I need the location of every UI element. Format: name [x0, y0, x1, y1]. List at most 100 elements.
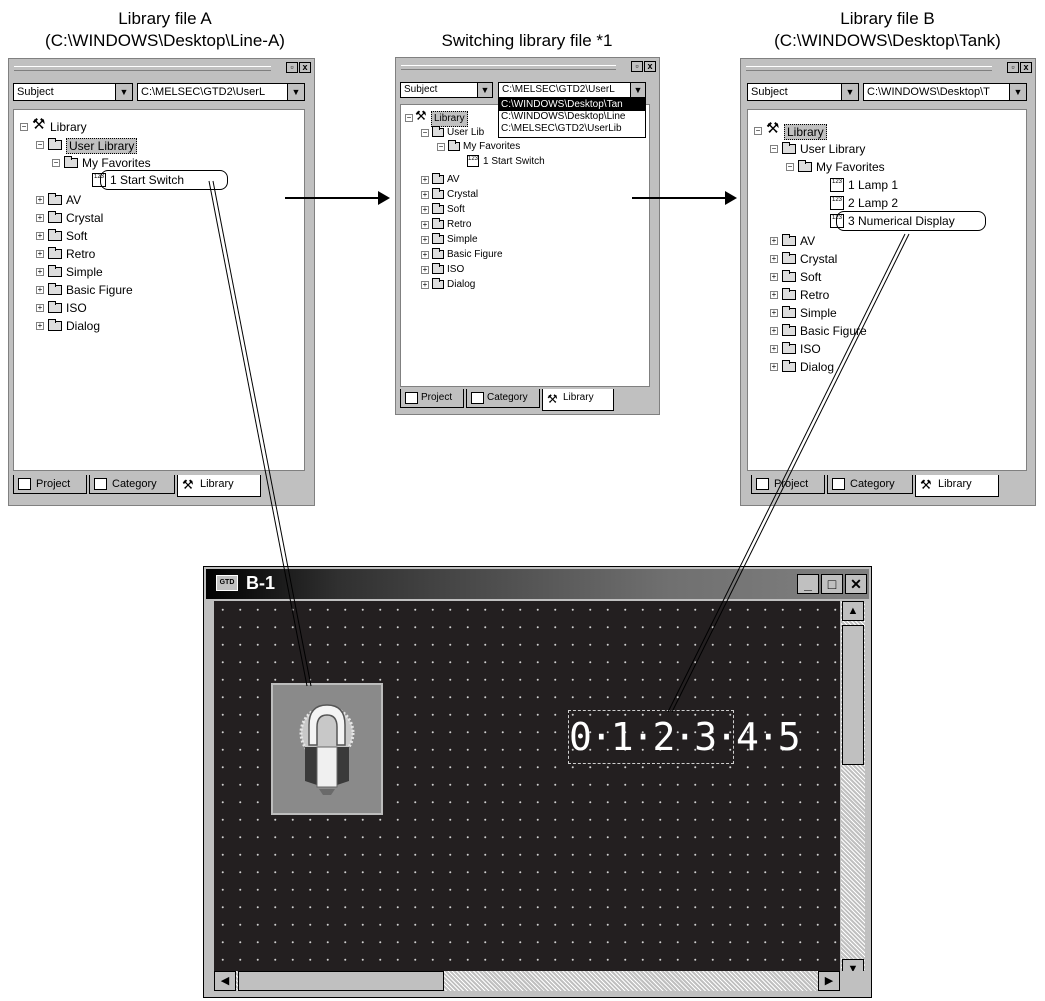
expand-icon[interactable]: +	[421, 266, 429, 274]
expand-icon[interactable]: +	[421, 251, 429, 259]
tab-label: Category	[112, 478, 157, 490]
folder-icon	[48, 319, 62, 331]
scroll-right-button[interactable]: ▶	[818, 971, 840, 991]
library-path-select[interactable]: C:\MELSEC\GTD2\UserL ▼	[137, 83, 305, 101]
tab-label: Library	[938, 478, 972, 490]
expand-icon[interactable]: +	[36, 304, 44, 312]
tab-project[interactable]: Project	[400, 389, 464, 408]
tree-node-label: My Favorites	[816, 160, 885, 174]
tree-node-label: Basic Figure	[800, 324, 867, 338]
folder-icon	[782, 324, 796, 336]
collapse-icon[interactable]: −	[36, 141, 44, 149]
expand-icon[interactable]: +	[421, 281, 429, 289]
tab-category[interactable]: Category	[466, 389, 540, 408]
chevron-down-icon[interactable]: ▼	[630, 83, 645, 97]
window-titlebar[interactable]: GTD B-1 _ □ ✕	[206, 569, 869, 599]
dropdown-option[interactable]: C:\WINDOWS\Desktop\Tan	[499, 99, 645, 111]
collapse-icon[interactable]: −	[421, 129, 429, 137]
expand-icon[interactable]: +	[36, 232, 44, 240]
dropdown-option[interactable]: C:\MELSEC\GTD2\UserLib	[499, 123, 645, 135]
start-switch-object[interactable]	[271, 683, 383, 815]
tree-node-label: Crystal	[800, 252, 838, 266]
expand-icon[interactable]: +	[36, 250, 44, 258]
expand-icon[interactable]: +	[421, 176, 429, 184]
close-button[interactable]: x	[299, 62, 311, 73]
library-path-select[interactable]: C:\MELSEC\GTD2\UserL ▼	[498, 82, 646, 98]
collapse-icon[interactable]: −	[20, 123, 28, 131]
subject-select[interactable]: Subject ▼	[400, 82, 493, 98]
expand-icon[interactable]: +	[421, 191, 429, 199]
expand-icon[interactable]: +	[770, 363, 778, 371]
expand-icon[interactable]: +	[770, 255, 778, 263]
expand-icon[interactable]: +	[770, 327, 778, 335]
chevron-down-icon[interactable]: ▼	[1009, 84, 1026, 100]
expand-icon[interactable]: +	[36, 268, 44, 276]
expand-icon[interactable]: +	[770, 291, 778, 299]
numerical-display-object[interactable]: 0·1·2·3·4·5	[568, 710, 801, 764]
collapse-icon[interactable]: −	[405, 114, 413, 122]
chevron-down-icon[interactable]: ▼	[477, 83, 492, 97]
tree-node-label: Dialog	[66, 319, 101, 333]
tree-node-label: Basic Figure	[447, 249, 503, 260]
panel-grip[interactable]	[746, 66, 992, 71]
collapse-icon[interactable]: −	[437, 143, 445, 151]
tab-library[interactable]: ⚒ Library	[915, 475, 999, 497]
vertical-scroll-thumb[interactable]	[842, 625, 864, 765]
vertical-scrollbar[interactable]: ▲ ▼	[841, 601, 865, 979]
expand-icon[interactable]: +	[421, 206, 429, 214]
collapse-icon[interactable]: −	[770, 145, 778, 153]
collapse-icon[interactable]: −	[754, 127, 762, 135]
folder-icon	[432, 248, 444, 259]
collapse-icon[interactable]: −	[786, 163, 794, 171]
restore-button[interactable]: ▫	[1007, 62, 1019, 73]
library-path-select[interactable]: C:\WINDOWS\Desktop\T ▼	[863, 83, 1027, 101]
close-button[interactable]: ✕	[845, 574, 867, 594]
favorites-folder-icon	[448, 140, 460, 151]
expand-icon[interactable]: +	[36, 214, 44, 222]
expand-icon[interactable]: +	[770, 345, 778, 353]
close-button[interactable]: x	[1020, 62, 1032, 73]
tab-project[interactable]: Project	[13, 475, 87, 494]
horizontal-scroll-thumb[interactable]	[238, 971, 444, 991]
tab-category[interactable]: Category	[827, 475, 913, 494]
subject-select[interactable]: Subject ▼	[747, 83, 859, 101]
tab-label: Library	[563, 392, 594, 403]
panel-grip[interactable]	[14, 66, 271, 71]
tab-category[interactable]: Category	[89, 475, 175, 494]
chevron-down-icon[interactable]: ▼	[287, 84, 304, 100]
expand-icon[interactable]: +	[36, 286, 44, 294]
expand-icon[interactable]: +	[770, 237, 778, 245]
folder-icon	[432, 188, 444, 199]
panel-tabs: Project Category ⚒ Library	[745, 475, 1029, 497]
expand-icon[interactable]: +	[36, 322, 44, 330]
panel-grip[interactable]	[401, 65, 616, 70]
minimize-button[interactable]: _	[797, 574, 819, 594]
expand-icon[interactable]: +	[770, 309, 778, 317]
subject-select[interactable]: Subject ▼	[13, 83, 133, 101]
chevron-down-icon[interactable]: ▼	[841, 84, 858, 100]
tab-project[interactable]: Project	[751, 475, 825, 494]
tree-node-label: Soft	[66, 229, 88, 243]
expand-icon[interactable]: +	[36, 196, 44, 204]
favorites-folder-icon	[64, 156, 78, 168]
collapse-icon[interactable]: −	[52, 159, 60, 167]
horizontal-scrollbar[interactable]: ◀ ▶	[214, 971, 840, 991]
tab-library[interactable]: ⚒ Library	[177, 475, 261, 497]
restore-button[interactable]: ▫	[631, 61, 643, 72]
expand-icon[interactable]: +	[421, 221, 429, 229]
folder-icon	[48, 301, 62, 313]
dropdown-option[interactable]: C:\WINDOWS\Desktop\Line	[499, 111, 645, 123]
restore-button[interactable]: ▫	[286, 62, 298, 73]
scroll-up-button[interactable]: ▲	[842, 601, 864, 621]
close-button[interactable]: x	[644, 61, 656, 72]
expand-icon[interactable]: +	[421, 236, 429, 244]
tab-library[interactable]: ⚒ Library	[542, 389, 614, 411]
chevron-down-icon[interactable]: ▼	[115, 84, 132, 100]
expand-icon[interactable]: +	[770, 273, 778, 281]
folder-icon	[782, 252, 796, 264]
arrow-right-icon	[632, 191, 737, 205]
tree-node-label: ISO	[66, 301, 87, 315]
resize-grip[interactable]	[841, 971, 865, 991]
scroll-left-button[interactable]: ◀	[214, 971, 236, 991]
maximize-button[interactable]: □	[821, 574, 843, 594]
